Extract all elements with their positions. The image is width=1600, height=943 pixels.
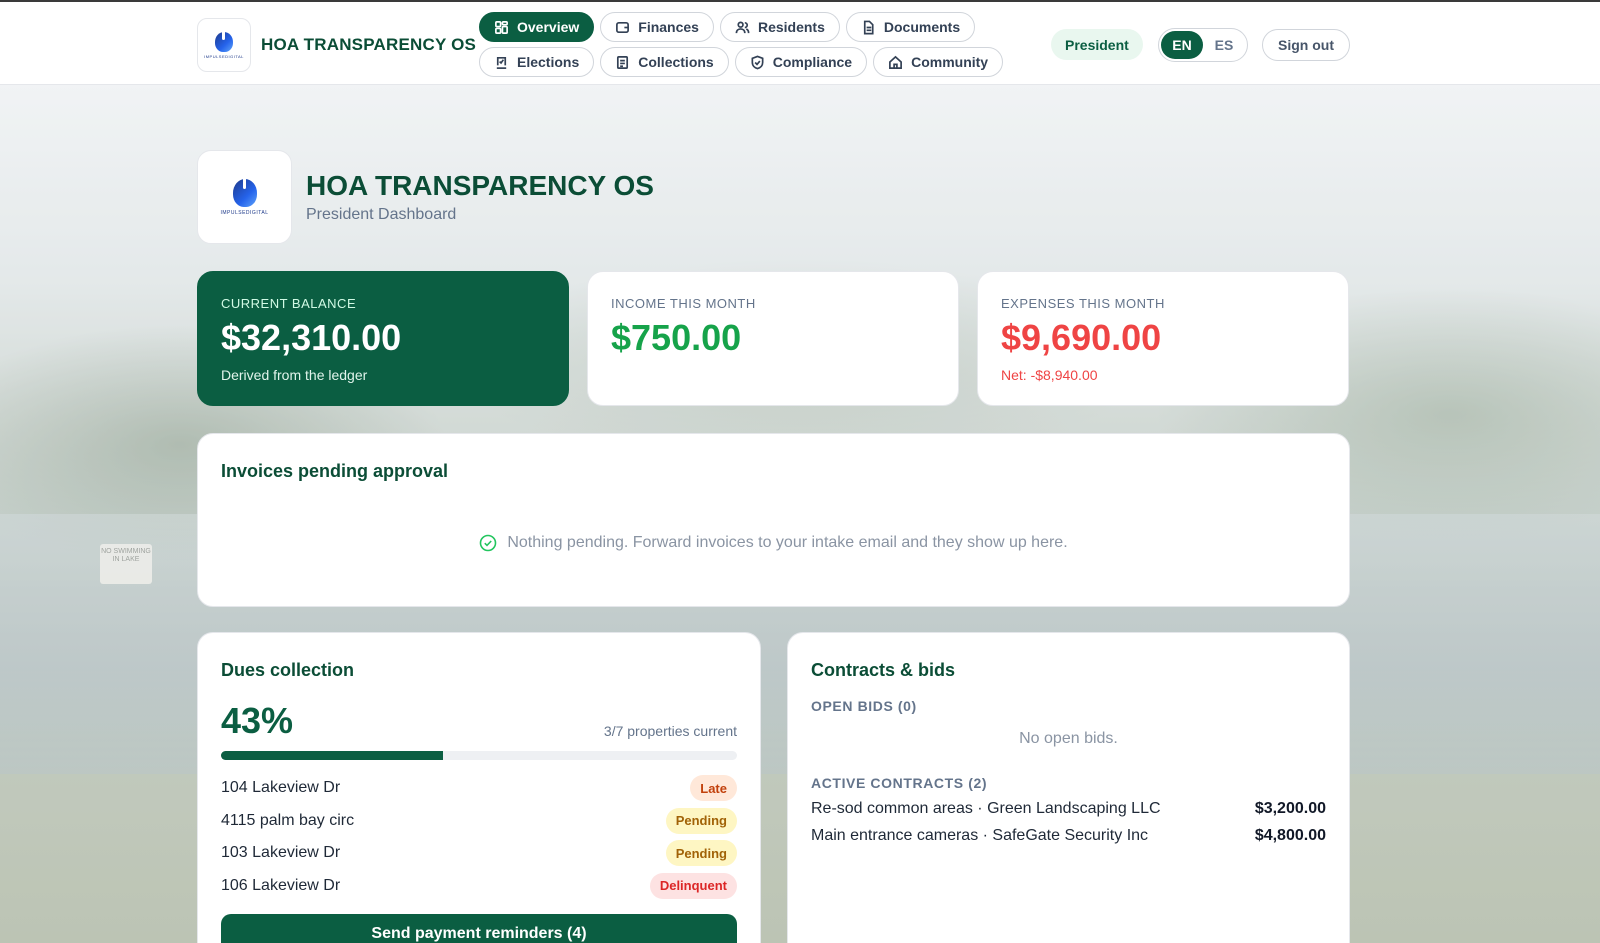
contract-list: Re-sod common areas · Green Landscaping … — [811, 800, 1326, 845]
hero-logo-mark-icon — [232, 173, 257, 207]
nav-documents[interactable]: Documents — [845, 12, 976, 42]
open-bids-label: OPEN BIDS (0) — [811, 698, 917, 714]
income-label: INCOME THIS MONTH — [611, 296, 756, 311]
nav-finances[interactable]: Finances — [600, 12, 714, 42]
check-circle-icon — [480, 534, 497, 552]
clipboard-icon — [617, 55, 629, 69]
wallet-icon — [616, 21, 630, 33]
brand[interactable]: IMPULSEDIGITAL HOA TRANSPARENCY OS — [197, 18, 476, 72]
page-subtitle: President Dashboard — [306, 206, 457, 223]
contract-amount: $3,200.00 — [1254, 800, 1326, 817]
status-badge-pending: Pending — [665, 840, 737, 867]
send-reminders-button[interactable]: Send payment reminders (4) — [221, 914, 737, 943]
brand-logo: IMPULSEDIGITAL — [197, 18, 251, 72]
invoices-pending-card: Invoices pending approval Nothing pendin… — [197, 433, 1350, 607]
dues-progress-fill — [221, 751, 443, 760]
contract-amount: $4,800.00 — [1254, 827, 1326, 844]
invoices-title: Invoices pending approval — [221, 461, 449, 481]
home-icon — [889, 55, 903, 69]
property-row[interactable]: 106 Lakeview Dr Delinquent — [221, 870, 737, 903]
hero-logo-wordmark: IMPULSEDIGITAL — [220, 209, 269, 216]
sign-out-button[interactable]: Sign out — [1262, 29, 1350, 61]
property-address: 104 Lakeview Dr — [221, 779, 341, 797]
current-balance-note: Derived from the ledger — [221, 367, 368, 383]
income-card: INCOME THIS MONTH $750.00 — [587, 271, 959, 406]
main-nav: Overview Finances Residents Documents El… — [479, 12, 1019, 82]
nav-compliance[interactable]: Compliance — [734, 47, 868, 77]
nav-finances-label: Finances — [638, 19, 699, 35]
nav-row-2: Elections Collections Compliance Communi… — [479, 47, 1019, 77]
shield-icon — [751, 55, 764, 69]
nav-collections-label: Collections — [638, 54, 714, 70]
contract-row[interactable]: Re-sod common areas · Green Landscaping … — [811, 800, 1326, 818]
contracts-bids-card: Contracts & bids OPEN BIDS (0) No open b… — [787, 632, 1350, 943]
no-bids-text: No open bids. — [1019, 730, 1118, 747]
status-badge-pending: Pending — [665, 807, 737, 834]
expenses-label: EXPENSES THIS MONTH — [1001, 296, 1165, 311]
current-balance-value: $32,310.00 — [221, 317, 402, 358]
logo-wordmark: IMPULSEDIGITAL — [204, 53, 244, 59]
brand-name: HOA TRANSPARENCY OS — [261, 35, 477, 54]
dues-summary: 43% 3/7 properties current — [221, 700, 737, 741]
invoices-empty-state: Nothing pending. Forward invoices to you… — [198, 534, 1349, 552]
nav-residents[interactable]: Residents — [719, 12, 840, 42]
contract-description: Re-sod common areas · Green Landscaping … — [811, 800, 1161, 817]
page-title: HOA TRANSPARENCY OS — [306, 170, 654, 201]
income-value: $750.00 — [611, 317, 742, 358]
nav-elections-label: Elections — [517, 54, 580, 70]
dashboard-hero: IMPULSEDIGITAL HOA TRANSPARENCY OS Presi… — [197, 150, 654, 244]
property-list: 104 Lakeview Dr Late 4115 palm bay circ … — [221, 772, 737, 902]
nav-documents-label: Documents — [883, 19, 961, 35]
current-balance-label: CURRENT BALANCE — [221, 296, 357, 311]
property-row[interactable]: 103 Lakeview Dr Pending — [221, 837, 737, 870]
dues-collection-card: Dues collection 43% 3/7 properties curre… — [197, 632, 761, 943]
invoices-empty-text: Nothing pending. Forward invoices to you… — [507, 534, 1068, 551]
nav-elections[interactable]: Elections — [479, 47, 595, 77]
nav-overview-label: Overview — [517, 19, 580, 35]
nav-row-1: Overview Finances Residents Documents — [479, 12, 1019, 42]
net-value: Net: -$8,940.00 — [1001, 367, 1098, 383]
property-address: 103 Lakeview Dr — [221, 844, 341, 862]
grid-icon — [495, 20, 508, 34]
property-row[interactable]: 104 Lakeview Dr Late — [221, 772, 737, 805]
dues-percent: 43% — [221, 700, 294, 741]
property-address: 4115 palm bay circ — [221, 811, 355, 829]
users-icon — [735, 21, 750, 33]
nav-residents-label: Residents — [757, 19, 825, 35]
contracts-title: Contracts & bids — [811, 660, 956, 680]
contract-description: Main entrance cameras · SafeGate Securit… — [811, 827, 1149, 844]
nav-community[interactable]: Community — [873, 47, 1004, 77]
lang-en-button[interactable]: EN — [1161, 31, 1203, 59]
nav-collections[interactable]: Collections — [600, 47, 729, 77]
nav-overview[interactable]: Overview — [479, 12, 595, 42]
nav-community-label: Community — [911, 54, 989, 70]
expenses-value: $9,690.00 — [1001, 317, 1162, 358]
top-navigation-bar: IMPULSEDIGITAL HOA TRANSPARENCY OS Overv… — [0, 0, 1600, 85]
property-address: 106 Lakeview Dr — [221, 876, 341, 894]
contract-row[interactable]: Main entrance cameras · SafeGate Securit… — [811, 827, 1326, 845]
lang-es-button[interactable]: ES — [1203, 31, 1245, 59]
status-badge-delinquent: Delinquent — [649, 872, 737, 899]
nav-compliance-label: Compliance — [772, 54, 853, 70]
active-contracts-label: ACTIVE CONTRACTS (2) — [811, 775, 988, 791]
property-row[interactable]: 4115 palm bay circ Pending — [221, 805, 737, 838]
logo-mark-icon — [215, 27, 233, 52]
language-toggle: EN ES — [1158, 28, 1248, 62]
role-badge: President — [1051, 29, 1143, 60]
current-balance-card: CURRENT BALANCE $32,310.00 Derived from … — [197, 271, 569, 406]
ballot-icon — [496, 56, 507, 69]
dues-title: Dues collection — [221, 660, 355, 680]
document-icon — [863, 20, 874, 34]
dues-current-count: 3/7 properties current — [603, 723, 737, 739]
status-badge-late: Late — [690, 775, 737, 802]
dashboard-main: IMPULSEDIGITAL HOA TRANSPARENCY OS Presi… — [0, 0, 1600, 943]
expenses-card: EXPENSES THIS MONTH $9,690.00 Net: -$8,9… — [977, 271, 1349, 406]
dues-progress-bar — [221, 751, 737, 760]
hero-logo: IMPULSEDIGITAL — [197, 150, 292, 244]
